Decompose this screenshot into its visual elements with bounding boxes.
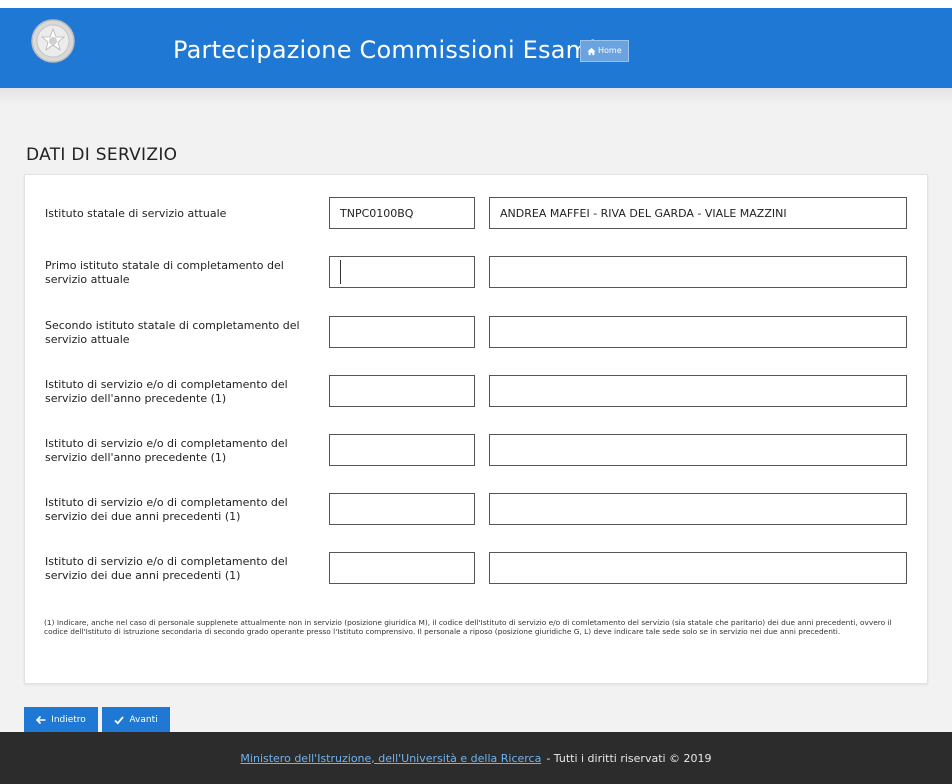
school-name-input[interactable]	[489, 493, 907, 525]
school-name-input[interactable]	[489, 316, 907, 348]
school-code-input[interactable]	[329, 256, 475, 288]
school-code-input[interactable]	[329, 552, 475, 584]
next-button-label: Avanti	[129, 715, 158, 725]
field-label: Secondo istituto statale di completament…	[45, 319, 300, 346]
arrow-left-icon	[36, 715, 46, 725]
home-button-label: Home	[598, 46, 622, 55]
form-row-previous-year-1: Istituto di servizio e/o di completament…	[25, 375, 929, 409]
text-cursor	[340, 260, 341, 284]
back-button-label: Indietro	[51, 715, 86, 725]
checkmark-icon	[114, 716, 125, 725]
field-label: Istituto statale di servizio attuale	[45, 207, 227, 220]
school-name-input[interactable]	[489, 434, 907, 466]
footnote: (1) Indicare, anche nel caso di personal…	[44, 618, 892, 636]
school-code-input[interactable]	[329, 197, 475, 229]
school-name-input[interactable]	[489, 375, 907, 407]
form-row-first-completion: Primo istituto statale di completamento …	[25, 256, 929, 290]
school-code-input[interactable]	[329, 434, 475, 466]
italian-republic-emblem-icon	[31, 19, 75, 63]
field-label: Istituto di servizio e/o di completament…	[45, 496, 288, 523]
home-button[interactable]: Home	[580, 40, 629, 62]
app-title: Partecipazione Commissioni Esami	[173, 36, 597, 64]
field-label: Istituto di servizio e/o di completament…	[45, 555, 288, 582]
school-name-input[interactable]	[489, 552, 907, 584]
app-header: Partecipazione Commissioni Esami Home	[0, 0, 952, 88]
field-label: Istituto di servizio e/o di completament…	[45, 378, 288, 405]
form-row-second-completion: Secondo istituto statale di completament…	[25, 316, 929, 350]
next-button[interactable]: Avanti	[102, 707, 170, 733]
form-row-two-years-1: Istituto di servizio e/o di completament…	[25, 493, 929, 527]
form-row-two-years-2: Istituto di servizio e/o di completament…	[25, 552, 929, 586]
form-row-current-school: Istituto statale di servizio attuale	[25, 197, 929, 231]
school-name-input[interactable]	[489, 256, 907, 288]
page-footer: Ministero dell'Istruzione, dell'Universi…	[0, 732, 952, 784]
home-icon	[587, 47, 596, 55]
school-code-input[interactable]	[329, 493, 475, 525]
field-label: Istituto di servizio e/o di completament…	[45, 437, 288, 464]
back-button[interactable]: Indietro	[24, 707, 98, 733]
school-name-input[interactable]	[489, 197, 907, 229]
copyright-text: - Tutti i diritti riservati © 2019	[546, 751, 712, 765]
page-title: DATI DI SERVIZIO	[26, 145, 178, 165]
field-label: Primo istituto statale di completamento …	[45, 259, 284, 286]
form-row-previous-year-2: Istituto di servizio e/o di completament…	[25, 434, 929, 468]
school-code-input[interactable]	[329, 375, 475, 407]
header-shadow	[0, 88, 952, 104]
ministry-link[interactable]: Ministero dell'Istruzione, dell'Universi…	[240, 752, 541, 765]
school-code-input[interactable]	[329, 316, 475, 348]
service-data-form: Istituto statale di servizio attuale Pri…	[24, 174, 928, 684]
